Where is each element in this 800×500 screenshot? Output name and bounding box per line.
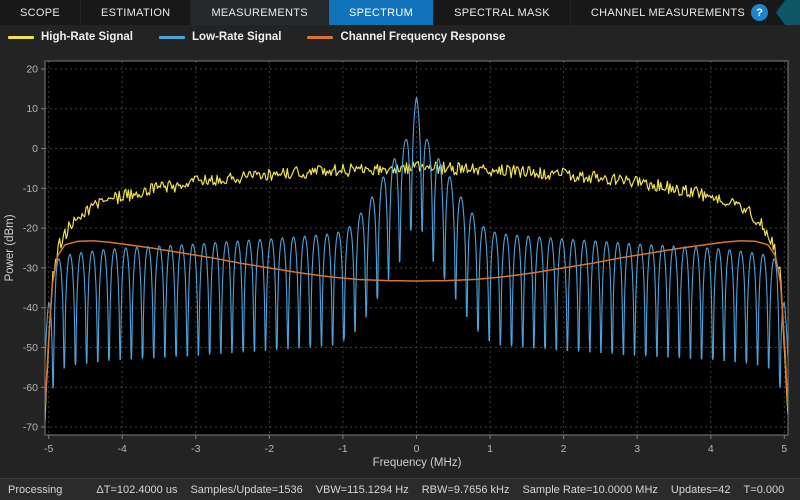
toolstrip-tabbar: SCOPE ESTIMATION MEASUREMENTS SPECTRUM SPECT… [0,0,800,25]
y-axis-label: Power (dBm) [4,214,16,281]
spectrum-analyzer-window: SCOPE ESTIMATION MEASUREMENTS SPECTRUM SPECT… [0,0,800,500]
svg-text:-10: -10 [23,183,38,195]
tab-spectrum[interactable]: SPECTRUM [328,0,435,25]
svg-text:1: 1 [487,443,493,455]
status-bar: Processing ΔT=102.4000 us Samples/Update=… [0,478,800,500]
svg-text:-40: -40 [23,302,38,314]
svg-text:0: 0 [414,443,420,455]
legend-item-low-rate-signal[interactable]: Low-Rate Signal [159,31,281,43]
svg-text:-60: -60 [23,382,38,394]
status-stat: T=0.000 [743,483,785,496]
tab-spectral-mask[interactable]: SPECTRAL MASK [434,0,571,25]
svg-text:-4: -4 [118,443,127,455]
tab-estimation[interactable]: ESTIMATION [81,0,192,25]
legend-item-high-rate-signal[interactable]: High-Rate Signal [8,31,133,43]
svg-text:-20: -20 [23,223,38,235]
x-axis-label: Frequency (MHz) [373,457,462,469]
svg-text:4: 4 [708,443,714,455]
svg-text:-70: -70 [23,422,38,434]
legend-item-channel-frequency-response[interactable]: Channel Frequency Response [307,31,505,43]
svg-text:20: 20 [26,64,38,76]
svg-text:5: 5 [781,443,787,455]
svg-text:3: 3 [634,443,640,455]
svg-text:-30: -30 [23,262,38,274]
status-stat: VBW=115.1294 Hz [315,483,409,496]
tab-scope[interactable]: SCOPE [0,0,82,25]
svg-text:2: 2 [561,443,567,455]
status-stat: RBW=9.7656 kHz [421,483,510,496]
svg-text:0: 0 [32,143,38,155]
status-stat: Samples/Update=1536 [190,483,303,496]
svg-text:-2: -2 [265,443,274,455]
spectrum-plot: -5 -4 -3 -2 -1 0 1 2 3 4 520100-10-20-30-40-50-60-… [0,49,800,479]
status-stat: ΔT=102.4000 us [96,483,178,496]
tab-channel-measurements[interactable]: CHANNEL MEASUREMENTS [571,0,766,25]
status-processing-label: Processing [8,483,63,496]
svg-text:10: 10 [26,103,38,115]
legend-swatch-icon [159,35,186,39]
status-stat: Sample Rate=10.0000 MHz [522,483,658,496]
legend-label: Channel Frequency Response [340,31,506,43]
legend-label: High-Rate Signal [41,31,134,43]
tab-measurements[interactable]: MEASUREMENTS [191,0,329,25]
help-button[interactable]: ? [751,4,768,21]
svg-text:-50: -50 [23,342,38,354]
legend-swatch-icon [8,35,34,39]
svg-text:-3: -3 [191,443,200,455]
legend: High-Rate Signal Low-Rate Signal Channel F… [0,25,800,49]
legend-label: Low-Rate Signal [192,31,282,43]
svg-text:-5: -5 [44,443,53,455]
legend-swatch-icon [307,35,334,39]
status-stats: ΔT=102.4000 us Samples/Update=1536 VBW=115… [96,484,784,496]
status-stat: Updates=42 [670,483,731,496]
svg-text:-1: -1 [338,443,347,455]
